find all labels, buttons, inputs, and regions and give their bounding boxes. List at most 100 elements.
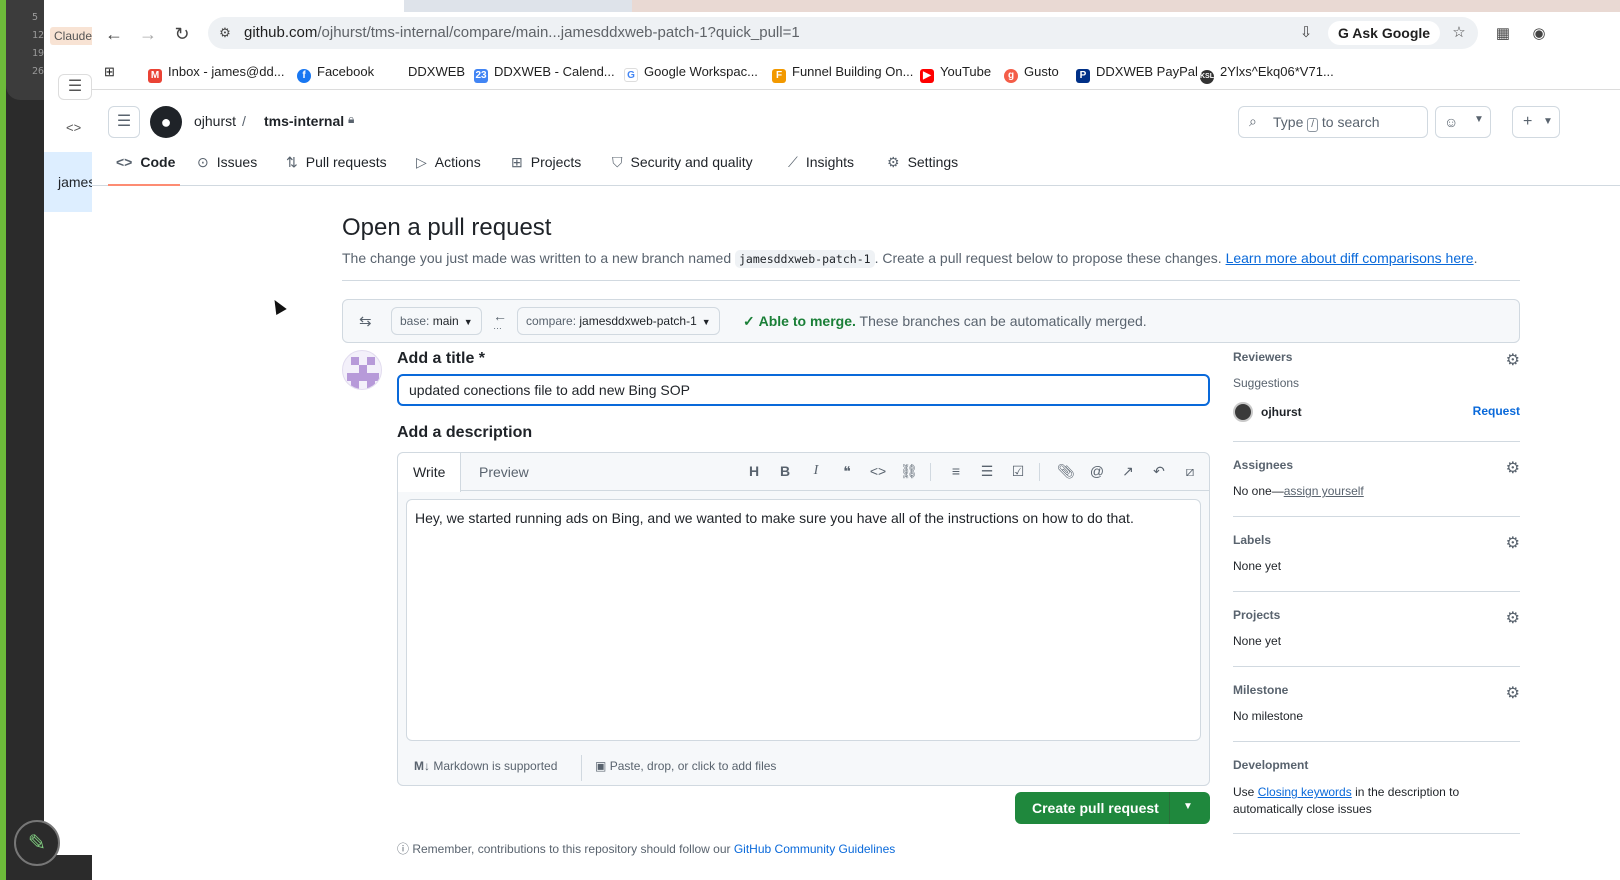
ordered-list-icon[interactable]: ≡ xyxy=(946,463,966,479)
base-branch-select[interactable]: base: main ▼ xyxy=(391,307,482,335)
url-text[interactable]: github.com/ojhurst/tms-internal/compare/… xyxy=(244,24,800,41)
tab-security[interactable]: ⛉ Security and quality xyxy=(612,154,753,171)
mention-icon[interactable]: @ xyxy=(1087,463,1107,479)
repo-owner-link[interactable]: ojhurst xyxy=(194,113,236,129)
assignees-heading: Assignees xyxy=(1233,458,1294,472)
tab-issues[interactable]: ⊙ Issues xyxy=(197,154,257,171)
development-section: Development Use Closing keywords in the … xyxy=(1233,742,1520,834)
projects-heading: Projects xyxy=(1233,608,1281,622)
apps-icon[interactable]: ⊞ xyxy=(104,64,115,80)
suggestions-label: Suggestions xyxy=(1233,376,1300,390)
avatar xyxy=(342,350,382,390)
background-user-item[interactable]: james xyxy=(44,152,98,212)
address-bar[interactable]: ⚙ github.com/ojhurst/tms-internal/compar… xyxy=(208,17,1478,49)
tab-preview[interactable]: Preview xyxy=(464,453,544,492)
gear-icon[interactable]: ⚙ xyxy=(1506,458,1520,478)
community-guidelines-link[interactable]: GitHub Community Guidelines xyxy=(734,842,895,856)
bookmark-calendar[interactable]: 23 DDXWEB - Calend... xyxy=(474,64,615,83)
request-review-button[interactable]: Request xyxy=(1473,404,1520,418)
ask-google-button[interactable]: G Ask Google xyxy=(1328,21,1441,45)
copilot-button[interactable]: ☺ ▼ xyxy=(1435,106,1491,138)
cross-reference-icon[interactable]: ↗ xyxy=(1118,463,1138,480)
tab-pull-requests[interactable]: ⇅ Pull requests xyxy=(286,154,387,171)
unordered-list-icon[interactable]: ☰ xyxy=(977,463,997,480)
title-input[interactable]: updated conections file to add new Bing … xyxy=(397,374,1210,406)
create-pull-request-button[interactable]: Create pull request ▼ xyxy=(1015,792,1210,824)
suggested-reviewer: ojhurst Request xyxy=(1233,402,1520,422)
site-info-icon[interactable]: ⚙ xyxy=(216,24,234,42)
markdown-link[interactable]: M↓ Markdown is supported xyxy=(414,759,557,773)
play-icon: ▷ xyxy=(416,154,427,170)
create-new-button[interactable]: + ▼ xyxy=(1512,106,1560,138)
bold-icon[interactable]: B xyxy=(775,463,795,479)
search-input[interactable]: ⌕ Type / to search xyxy=(1238,106,1428,138)
forward-icon[interactable]: → xyxy=(136,22,160,46)
attach-icon[interactable]: 📎︎ xyxy=(1056,463,1076,480)
repo-name-link[interactable]: tms-internal xyxy=(264,113,344,129)
gear-icon[interactable]: ⚙ xyxy=(1506,683,1520,703)
search-icon: ⌕ xyxy=(1249,113,1257,129)
bookmark-facebook[interactable]: f Facebook xyxy=(297,64,374,83)
chevron-down-icon[interactable]: ▼ xyxy=(1183,801,1193,812)
claude-tab[interactable]: Claude xyxy=(50,27,98,45)
tab-write[interactable]: Write xyxy=(398,453,462,492)
intro-text: The change you just made was written to … xyxy=(342,250,1520,281)
lock-icon: 🔒︎ xyxy=(348,112,355,126)
gear-icon: ⚙ xyxy=(887,154,900,170)
background-menu-icon[interactable]: ☰ xyxy=(58,74,92,100)
milestone-heading: Milestone xyxy=(1233,683,1289,697)
tab-code[interactable]: <> Code xyxy=(116,154,175,170)
browser-toolbar: ← → ↻ ⚙ github.com/ojhurst/tms-internal/… xyxy=(92,12,1620,56)
gear-icon[interactable]: ⚙ xyxy=(1506,533,1520,553)
bookmark-youtube[interactable]: ▶ YouTube xyxy=(920,64,991,83)
bookmark-star-icon[interactable]: ☆ xyxy=(1448,23,1470,43)
background-code-icon: <> xyxy=(66,120,82,135)
link-icon[interactable]: ⛓ xyxy=(899,463,919,480)
contribution-reminder: ⓘ Remember, contributions to this reposi… xyxy=(397,842,896,856)
github-logo-icon[interactable]: ● xyxy=(150,106,182,138)
bookmark-funnel[interactable]: F Funnel Building On... xyxy=(772,64,913,83)
calendar-icon: 23 xyxy=(474,69,488,83)
task-list-icon[interactable]: ☑ xyxy=(1008,463,1028,480)
bookmark-workspace[interactable]: G Google Workspac... xyxy=(624,64,758,82)
slash-command-icon[interactable]: ⧄ xyxy=(1180,463,1200,480)
description-textarea[interactable]: Hey, we started running ads on Bing, and… xyxy=(406,499,1201,741)
assign-yourself-link[interactable]: assign yourself xyxy=(1284,484,1364,498)
browser-tab[interactable] xyxy=(92,0,404,12)
markdown-icon: M↓ xyxy=(414,759,430,773)
projects-value: None yet xyxy=(1233,634,1282,648)
tab-actions[interactable]: ▷ Actions xyxy=(416,154,481,171)
quote-icon[interactable]: ❝ xyxy=(837,463,857,480)
merge-status: ✓ Able to merge. These branches can be a… xyxy=(743,313,1147,329)
compare-branch-select[interactable]: compare: jamesddxweb-patch-1 ▼ xyxy=(517,307,720,335)
bookmark-ksl[interactable]: KSL 2Ylxs^Ekq06*V71... xyxy=(1200,64,1334,84)
code-icon[interactable]: <> xyxy=(868,463,888,479)
italic-icon[interactable]: I xyxy=(806,463,826,479)
assignees-section: Assignees ⚙ No one—assign yourself xyxy=(1233,442,1520,517)
tab-insights[interactable]: ⟋ Insights xyxy=(788,154,854,171)
closing-keywords-link[interactable]: Closing keywords xyxy=(1258,785,1352,799)
bookmark-inbox[interactable]: M Inbox - james@dd... xyxy=(148,64,285,83)
reply-icon[interactable]: ↶ xyxy=(1149,463,1169,480)
gear-icon[interactable]: ⚙ xyxy=(1506,608,1520,628)
add-files-button[interactable]: ▣ Paste, drop, or click to add files xyxy=(595,759,776,773)
reload-icon[interactable]: ↻ xyxy=(170,22,194,46)
heading-icon[interactable]: H xyxy=(744,463,764,479)
pencil-icon[interactable]: ✎ xyxy=(14,820,60,866)
tab-projects[interactable]: ⊞ Projects xyxy=(511,154,581,171)
branch-name-code: jamesddxweb-patch-1 xyxy=(735,250,875,268)
camera-icon[interactable]: ◉ xyxy=(1528,24,1550,44)
back-icon[interactable]: ← xyxy=(102,22,126,46)
bookmark-paypal[interactable]: P DDXWEB PayPal xyxy=(1076,64,1198,83)
bookmark-ddxweb[interactable]: DDXWEB xyxy=(408,64,465,79)
browser-tab[interactable] xyxy=(632,0,1620,12)
extension-icon[interactable]: ▦ xyxy=(1492,24,1514,44)
development-value: Use Closing keywords in the description … xyxy=(1233,785,1460,816)
bookmark-gusto[interactable]: g Gusto xyxy=(1004,64,1059,83)
tab-settings[interactable]: ⚙ Settings xyxy=(887,154,958,171)
learn-more-link[interactable]: Learn more about diff comparisons here xyxy=(1226,250,1474,266)
hamburger-menu-icon[interactable]: ☰ xyxy=(108,106,140,138)
breadcrumb-separator: / xyxy=(242,113,246,129)
gear-icon[interactable]: ⚙ xyxy=(1506,350,1520,370)
install-icon[interactable]: ⇩ xyxy=(1295,23,1317,43)
